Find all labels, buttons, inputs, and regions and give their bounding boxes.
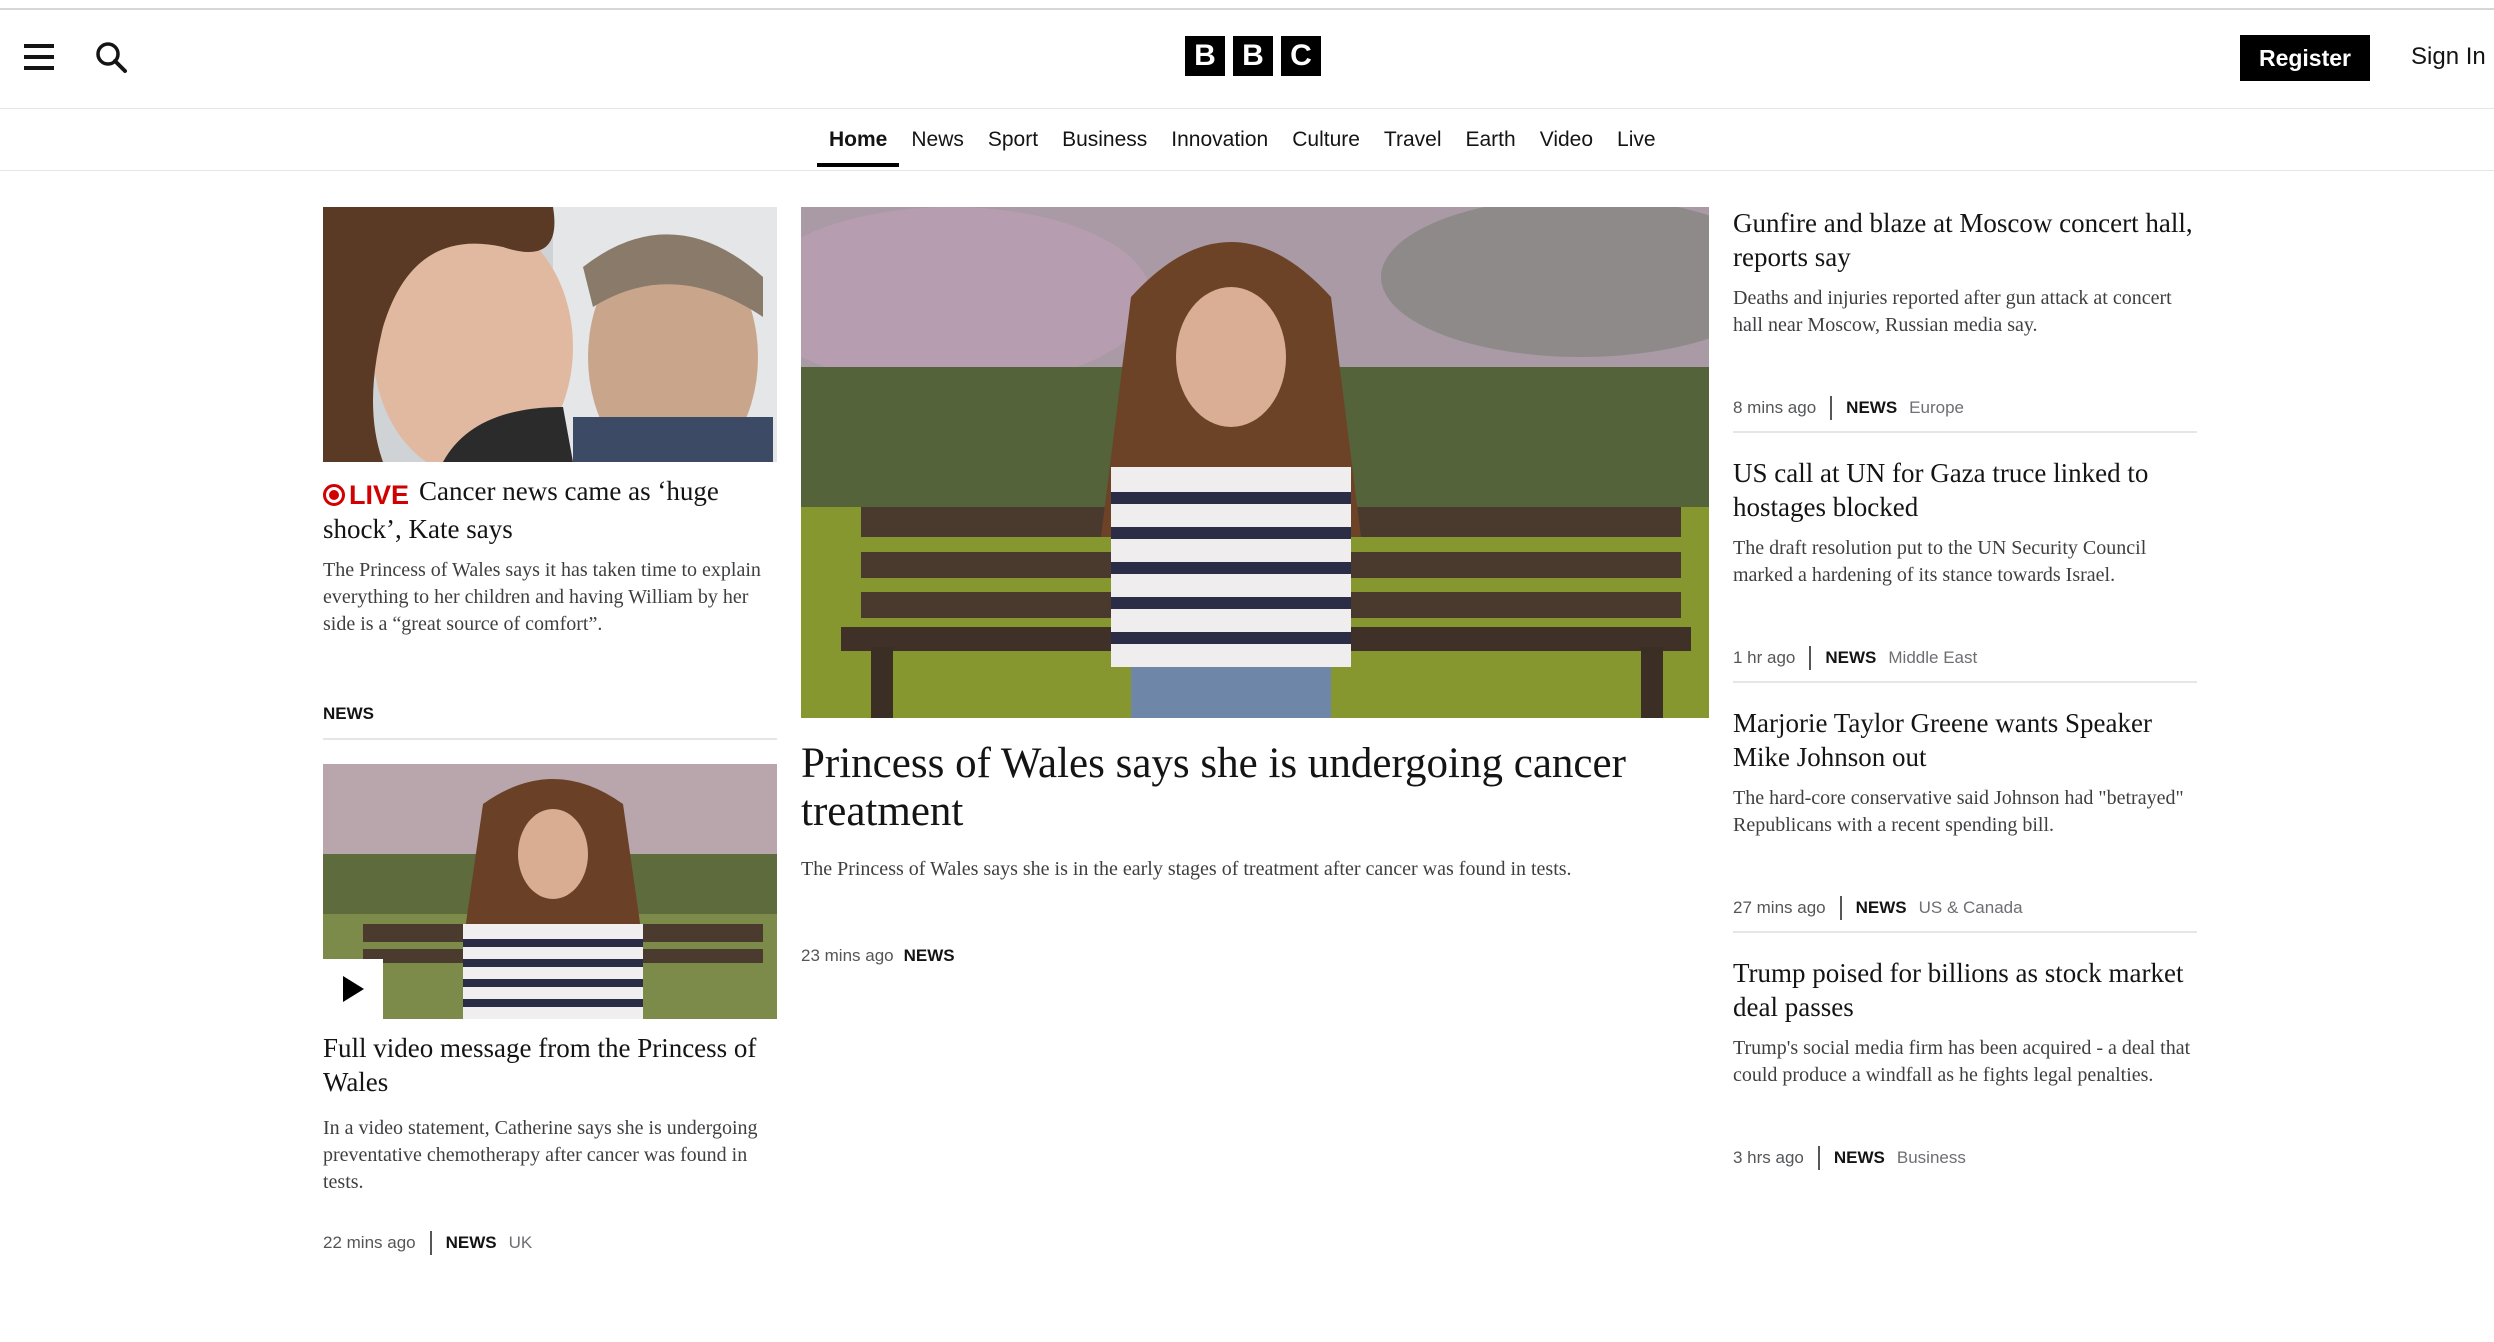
story-meta: 3 hrs ago NEWS Business (1733, 1146, 1966, 1170)
nav-item-live[interactable]: Live (1605, 124, 1668, 166)
story-summary: The hard-core conservative said Johnson … (1733, 787, 2184, 836)
live-label: LIVE (349, 480, 410, 510)
section-tag[interactable]: NEWS (323, 704, 374, 724)
header-divider (0, 108, 2494, 109)
meta-separator (429, 1231, 432, 1255)
story-headline[interactable]: Trump poised for billions as stock marke… (1733, 956, 2193, 1024)
region-tag[interactable]: UK (509, 1233, 533, 1253)
nav-item-sport[interactable]: Sport (976, 124, 1050, 166)
nav-item-innovation[interactable]: Innovation (1159, 124, 1280, 166)
play-icon (343, 976, 364, 1002)
region-tag[interactable]: US & Canada (1919, 898, 2023, 918)
lead-summary: The Princess of Wales says she is in the… (801, 858, 1572, 880)
nav-item-earth[interactable]: Earth (1454, 124, 1528, 166)
story-summary: In a video statement, Catherine says she… (323, 1117, 758, 1193)
live-indicator-icon (323, 484, 345, 506)
story-summary: Trump's social media firm has been acqui… (1733, 1037, 2191, 1086)
top-border (0, 8, 2494, 10)
nav-item-travel[interactable]: Travel (1372, 124, 1454, 166)
story-meta: 1 hr ago NEWS Middle East (1733, 646, 1977, 670)
timestamp: 23 mins ago (801, 946, 894, 965)
sign-in-link[interactable]: Sign In (2411, 43, 2486, 71)
section-tag[interactable]: NEWS (1825, 648, 1876, 668)
story-divider (1733, 681, 2197, 683)
story-summary: The draft resolution put to the UN Secur… (1733, 537, 2147, 586)
timestamp: 8 mins ago (1733, 398, 1817, 417)
story-divider (323, 738, 777, 740)
logo-letter: B (1185, 36, 1225, 76)
story-headline[interactable]: Marjorie Taylor Greene wants Speaker Mik… (1733, 706, 2193, 774)
register-button[interactable]: Register (2240, 35, 2370, 81)
story-meta: 23 mins ago NEWS (801, 946, 955, 966)
lead-story-image[interactable] (801, 207, 1709, 718)
region-tag[interactable]: Business (1897, 1148, 1966, 1168)
story-meta: 22 mins ago NEWS UK (323, 1231, 532, 1255)
timestamp: 22 mins ago (323, 1233, 416, 1252)
story-headline[interactable]: Full video message from the Princess of … (323, 1031, 777, 1099)
nav-divider (0, 170, 2494, 171)
story-divider (1733, 931, 2197, 933)
meta-separator (1817, 1146, 1820, 1170)
story-headline[interactable]: LIVE Cancer news came as ‘huge shock’, K… (323, 474, 783, 546)
nav-item-business[interactable]: Business (1050, 124, 1159, 166)
nav-item-culture[interactable]: Culture (1280, 124, 1372, 166)
region-tag[interactable]: Middle East (1888, 648, 1977, 668)
story-meta: 27 mins ago NEWS US & Canada (1733, 896, 2023, 920)
hamburger-menu-icon[interactable] (24, 44, 54, 70)
live-badge: LIVE (323, 478, 409, 512)
video-thumbnail[interactable] (323, 764, 777, 1019)
play-button[interactable] (323, 959, 383, 1019)
section-tag[interactable]: NEWS (1846, 398, 1897, 418)
nav-item-home[interactable]: Home (817, 124, 900, 167)
lead-headline[interactable]: Princess of Wales says she is undergoing… (801, 740, 1709, 836)
section-tag[interactable]: NEWS (446, 1233, 497, 1253)
timestamp: 3 hrs ago (1733, 1148, 1804, 1167)
story-summary: The Princess of Wales says it has taken … (323, 559, 761, 635)
story-image-kate-william[interactable] (323, 207, 777, 462)
section-tag[interactable]: NEWS (1834, 1148, 1885, 1168)
timestamp: 1 hr ago (1733, 648, 1796, 667)
story-headline[interactable]: US call at UN for Gaza truce linked to h… (1733, 456, 2193, 524)
search-icon[interactable] (94, 40, 130, 76)
meta-separator (1809, 646, 1812, 670)
section-tag[interactable]: NEWS (904, 946, 955, 966)
logo-letter: B (1233, 36, 1273, 76)
timestamp: 27 mins ago (1733, 898, 1826, 917)
story-summary: Deaths and injuries reported after gun a… (1733, 287, 2172, 336)
story-meta: 8 mins ago NEWS Europe (1733, 396, 1964, 420)
section-tag[interactable]: NEWS (1856, 898, 1907, 918)
meta-separator (1839, 896, 1842, 920)
story-meta: NEWS (323, 704, 374, 724)
story-headline[interactable]: Gunfire and blaze at Moscow concert hall… (1733, 206, 2193, 274)
logo-letter: C (1281, 36, 1321, 76)
main-nav: Home News Sport Business Innovation Cult… (817, 124, 1668, 167)
story-divider (1733, 431, 2197, 433)
region-tag[interactable]: Europe (1909, 398, 1964, 418)
nav-item-news[interactable]: News (899, 124, 976, 166)
meta-separator (1830, 396, 1833, 420)
nav-item-video[interactable]: Video (1528, 124, 1605, 166)
bbc-logo[interactable]: B B C (1185, 36, 1321, 76)
